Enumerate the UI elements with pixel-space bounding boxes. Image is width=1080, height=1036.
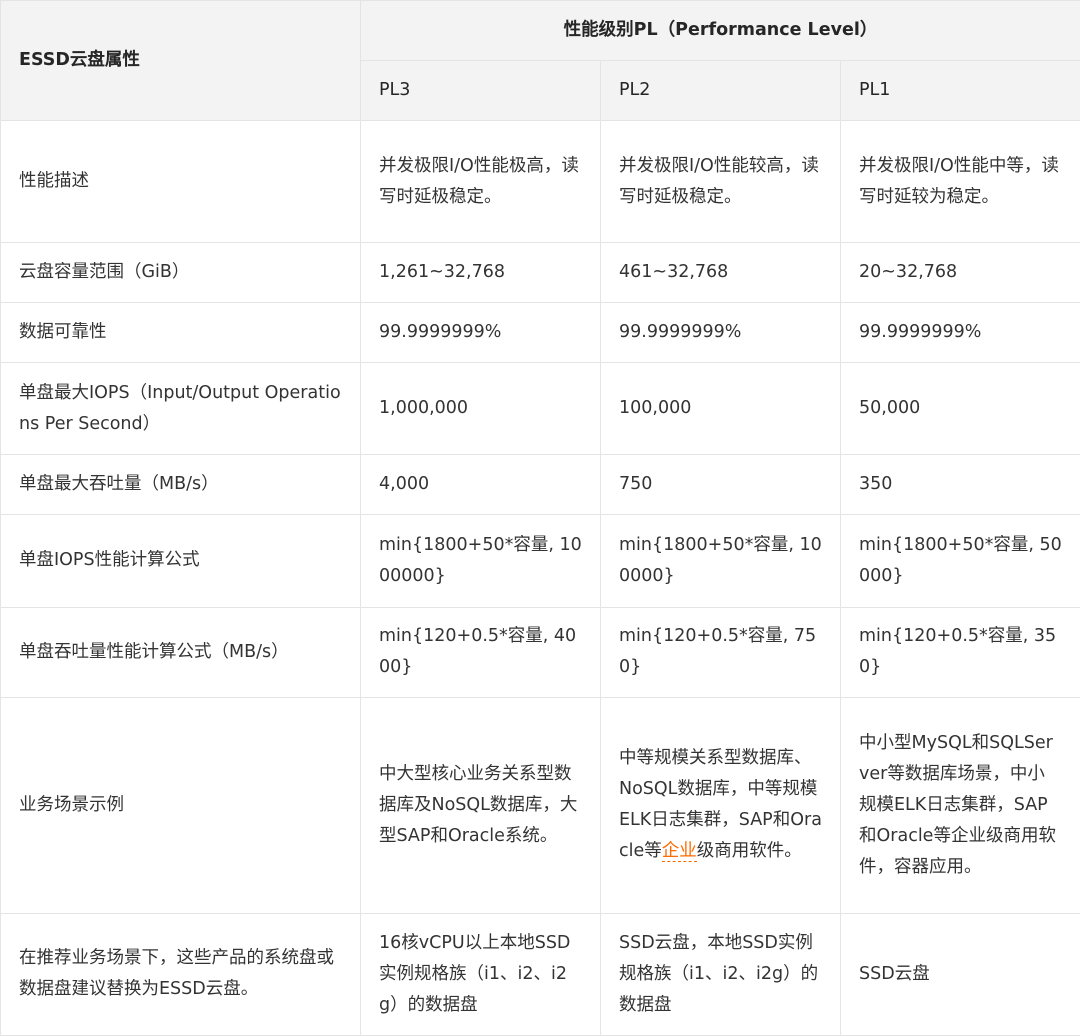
row-label-capacity: 云盘容量范围（GiB） (0, 242, 361, 304)
enterprise-link[interactable]: 企业 (661, 841, 697, 863)
cell-pl3: 并发极限I/O性能极高，读写时延极稳定。 (360, 119, 601, 244)
row-label-performance: 性能描述 (0, 119, 361, 244)
cell-pl3: 1,000,000 (360, 362, 601, 456)
header-level-pl3: PL3 (360, 60, 601, 121)
cell-pl1: SSD云盘 (839, 912, 1080, 1036)
table-row: 性能描述 并发极限I/O性能极高，读写时延极稳定。 并发极限I/O性能较高，读写… (0, 119, 1080, 244)
cell-pl1: 350 (839, 454, 1080, 516)
row-label-reliability: 数据可靠性 (0, 302, 361, 364)
cell-pl3: min{120+0.5*容量, 4000} (360, 606, 601, 698)
cell-pl2: 461~32,768 (600, 242, 841, 304)
cell-pl3: 99.9999999% (360, 302, 601, 364)
table-row: 单盘最大IOPS（Input/Output Operations Per Sec… (0, 362, 1080, 456)
header-attr-title: ESSD云盘属性 (0, 0, 361, 121)
cell-pl2: min{120+0.5*容量, 750} (600, 606, 841, 698)
cell-pl3: 1,261~32,768 (360, 242, 601, 304)
cell-pl1: 99.9999999% (839, 302, 1080, 364)
cell-pl3: min{1800+50*容量, 1000000} (360, 514, 601, 608)
row-label-scenarios: 业务场景示例 (0, 696, 361, 914)
row-label-throughput-formula: 单盘吞吐量性能计算公式（MB/s） (0, 606, 361, 698)
row-label-recommendation: 在推荐业务场景下，这些产品的系统盘或数据盘建议替换为ESSD云盘。 (0, 912, 361, 1036)
cell-pl2: 99.9999999% (600, 302, 841, 364)
cell-pl2: min{1800+50*容量, 100000} (600, 514, 841, 608)
cell-pl2: 100,000 (600, 362, 841, 456)
row-label-max-iops: 单盘最大IOPS（Input/Output Operations Per Sec… (0, 362, 361, 456)
header-row-top: ESSD云盘属性 性能级别PL（Performance Level） (0, 0, 1080, 121)
cell-pl3: 16核vCPU以上本地SSD实例规格族（i1、i2、i2g）的数据盘 (360, 912, 601, 1036)
cell-pl1: 并发极限I/O性能中等，读写时延较为稳定。 (839, 119, 1080, 244)
table-row: 单盘最大吞吐量（MB/s） 4,000 750 350 (0, 454, 1080, 516)
cell-pl3: 中大型核心业务关系型数据库及NoSQL数据库，大型SAP和Oracle系统。 (360, 696, 601, 914)
row-label-iops-formula: 单盘IOPS性能计算公式 (0, 514, 361, 608)
table-row: 业务场景示例 中大型核心业务关系型数据库及NoSQL数据库，大型SAP和Orac… (0, 696, 1080, 914)
header-level-pl1: PL1 (839, 60, 1080, 121)
table-row: 单盘吞吐量性能计算公式（MB/s） min{120+0.5*容量, 4000} … (0, 606, 1080, 698)
cell-pl2: 中等规模关系型数据库、NoSQL数据库，中等规模ELK日志集群，SAP和Orac… (600, 696, 841, 914)
cell-pl1: 50,000 (839, 362, 1080, 456)
cell-pl2: 750 (600, 454, 841, 516)
essd-spec-table: ESSD云盘属性 性能级别PL（Performance Level） PL3 P… (0, 0, 1080, 1036)
row-label-max-throughput: 单盘最大吞吐量（MB/s） (0, 454, 361, 516)
cell-pl1: min{1800+50*容量, 50000} (839, 514, 1080, 608)
table-row: 在推荐业务场景下，这些产品的系统盘或数据盘建议替换为ESSD云盘。 16核vCP… (0, 912, 1080, 1036)
table-row: 单盘IOPS性能计算公式 min{1800+50*容量, 1000000} mi… (0, 514, 1080, 608)
cell-pl1: min{120+0.5*容量, 350} (839, 606, 1080, 698)
cell-pl2: 并发极限I/O性能较高，读写时延极稳定。 (600, 119, 841, 244)
cell-pl3: 4,000 (360, 454, 601, 516)
cell-pl2-text-after: 级商用软件。 (696, 841, 802, 862)
cell-pl1: 中小型MySQL和SQLServer等数据库场景，中小规模ELK日志集群，SAP… (839, 696, 1080, 914)
table-row: 云盘容量范围（GiB） 1,261~32,768 461~32,768 20~3… (0, 242, 1080, 304)
cell-pl1: 20~32,768 (839, 242, 1080, 304)
cell-pl2: SSD云盘，本地SSD实例规格族（i1、i2、i2g）的数据盘 (600, 912, 841, 1036)
header-level-title: 性能级别PL（Performance Level） (359, 0, 1080, 61)
table-row: 数据可靠性 99.9999999% 99.9999999% 99.9999999… (0, 302, 1080, 364)
header-level-pl2: PL2 (600, 60, 841, 121)
